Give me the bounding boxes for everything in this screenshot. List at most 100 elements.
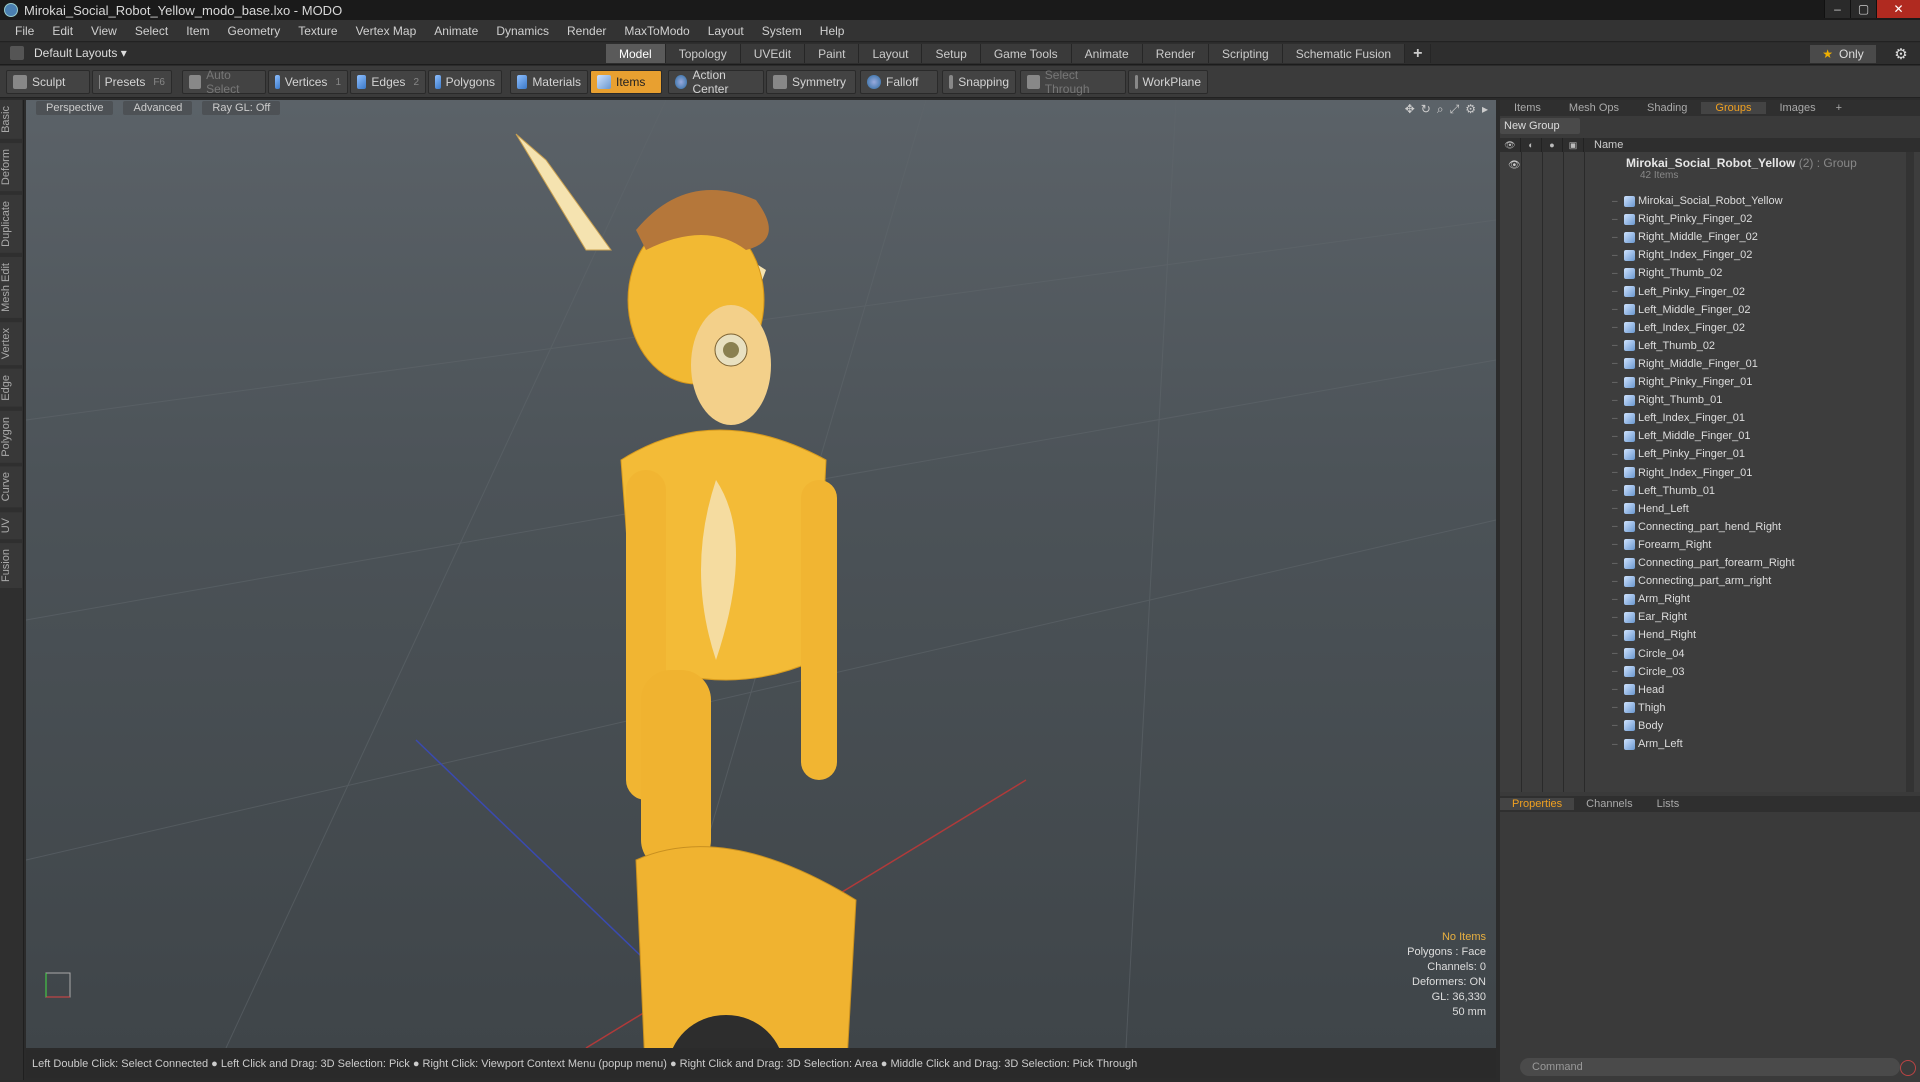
tab-topology[interactable]: Topology [665, 44, 741, 63]
gear-icon[interactable]: ⚙ [1892, 45, 1910, 63]
tab-layout[interactable]: Layout [859, 44, 923, 63]
group-item-row[interactable]: – Right_Pinky_Finger_02 [1500, 210, 1900, 228]
group-item-row[interactable]: – Hend_Left [1500, 500, 1900, 518]
advanced-button[interactable]: Advanced [123, 101, 193, 115]
group-item-row[interactable]: – Circle_04 [1500, 645, 1900, 663]
group-item-row[interactable]: – Right_Thumb_02 [1500, 264, 1900, 282]
minimize-button[interactable]: – [1824, 0, 1850, 18]
group-item-row[interactable]: – Right_Index_Finger_01 [1500, 464, 1900, 482]
tab-basic[interactable]: Basic [0, 100, 22, 139]
menu-maxtomodo[interactable]: MaxToModo [624, 24, 689, 38]
move-view-icon[interactable]: ✥ [1405, 102, 1415, 117]
tab-schematic-fusion[interactable]: Schematic Fusion [1282, 44, 1406, 63]
group-item-row[interactable]: – Right_Middle_Finger_01 [1500, 355, 1900, 373]
visibility-col-icon[interactable]: 👁 [1500, 138, 1521, 152]
maximize-button[interactable]: ▢ [1850, 0, 1876, 18]
eye-icon[interactable]: 👁 [1508, 160, 1521, 171]
tab-paint[interactable]: Paint [805, 44, 860, 63]
menu-render[interactable]: Render [567, 24, 606, 38]
tab-mesh-edit[interactable]: Mesh Edit [0, 256, 22, 318]
group-item-row[interactable]: – Left_Pinky_Finger_02 [1500, 283, 1900, 301]
tab-properties[interactable]: Properties [1500, 798, 1575, 810]
group-item-row[interactable]: – Mirokai_Social_Robot_Yellow [1500, 192, 1900, 210]
tab-curve[interactable]: Curve [0, 466, 22, 508]
tree-scrollbar[interactable] [1906, 152, 1914, 792]
tab-scripting[interactable]: Scripting [1209, 44, 1283, 63]
materials-button[interactable]: Materials [510, 70, 588, 94]
menu-texture[interactable]: Texture [298, 24, 337, 38]
render-col-icon[interactable]: ◐ [1521, 138, 1542, 152]
menu-help[interactable]: Help [820, 24, 845, 38]
tab-setup[interactable]: Setup [922, 44, 981, 63]
auto-select-button[interactable]: Auto Select [182, 68, 266, 96]
select-through-button[interactable]: Select Through [1020, 68, 1126, 96]
tab-deform[interactable]: Deform [0, 142, 22, 191]
menu-system[interactable]: System [762, 24, 802, 38]
items-button[interactable]: Items [590, 70, 662, 94]
fit-view-icon[interactable]: ⤢ [1450, 102, 1460, 117]
tab-shading[interactable]: Shading [1633, 102, 1701, 114]
expand-arrow-icon[interactable]: ▸ [1482, 102, 1488, 117]
command-input[interactable]: Command [1520, 1058, 1900, 1076]
tab-uvedit[interactable]: UVEdit [740, 44, 806, 63]
group-item-row[interactable]: – Connecting_part_hend_Right [1500, 518, 1900, 536]
group-item-row[interactable]: – Left_Index_Finger_01 [1500, 409, 1900, 427]
group-item-row[interactable]: – Right_Thumb_01 [1500, 391, 1900, 409]
lock-col-icon[interactable]: ● [1542, 138, 1563, 152]
group-item-row[interactable]: – Hend_Right [1500, 626, 1900, 644]
group-item-row[interactable]: – Left_Thumb_01 [1500, 482, 1900, 500]
group-row[interactable]: 👁 Mirokai_Social_Robot_Yellow (2) : Grou… [1500, 154, 1900, 184]
vertices-button[interactable]: Vertices 1 [268, 70, 348, 94]
menu-vertex-map[interactable]: Vertex Map [356, 24, 417, 38]
group-item-row[interactable]: – Left_Middle_Finger_02 [1500, 301, 1900, 319]
edges-button[interactable]: Edges 2 [350, 70, 426, 94]
command-run-icon[interactable] [1900, 1060, 1916, 1076]
group-item-row[interactable]: – Right_Pinky_Finger_01 [1500, 373, 1900, 391]
add-tab-icon[interactable]: + [1405, 44, 1432, 63]
group-item-row[interactable]: – Body [1500, 717, 1900, 735]
tab-vertex[interactable]: Vertex [0, 321, 22, 365]
tab-duplicate[interactable]: Duplicate [0, 194, 22, 253]
3d-viewport[interactable]: Perspective Advanced Ray GL: Off ✥ ↻ ⌕ ⤢… [26, 100, 1496, 1048]
group-item-row[interactable]: – Head [1500, 681, 1900, 699]
new-group-button[interactable]: New Group [1500, 118, 1580, 134]
group-item-row[interactable]: – Left_Middle_Finger_01 [1500, 427, 1900, 445]
menu-geometry[interactable]: Geometry [228, 24, 281, 38]
menu-layout[interactable]: Layout [708, 24, 744, 38]
tab-animate[interactable]: Animate [1071, 44, 1143, 63]
tab-images[interactable]: Images [1766, 102, 1830, 114]
group-item-row[interactable]: – Right_Index_Finger_02 [1500, 246, 1900, 264]
select-col-icon[interactable]: ▣ [1563, 138, 1584, 152]
polygons-button[interactable]: Polygons [428, 70, 502, 94]
add-panel-tab-icon[interactable]: + [1830, 102, 1848, 114]
tab-lists[interactable]: Lists [1645, 798, 1692, 810]
close-button[interactable]: ✕ [1876, 0, 1920, 18]
tab-model[interactable]: Model [606, 44, 666, 63]
default-layouts-dropdown[interactable]: Default Layouts ▾ [10, 46, 127, 60]
menu-select[interactable]: Select [135, 24, 168, 38]
ray-gl-button[interactable]: Ray GL: Off [202, 101, 281, 115]
rotate-view-icon[interactable]: ↻ [1421, 102, 1431, 117]
menu-item[interactable]: Item [186, 24, 209, 38]
only-button[interactable]: ★ Only [1810, 45, 1876, 63]
menu-edit[interactable]: Edit [52, 24, 73, 38]
menu-animate[interactable]: Animate [434, 24, 478, 38]
group-item-row[interactable]: – Left_Index_Finger_02 [1500, 319, 1900, 337]
tab-polygon[interactable]: Polygon [0, 410, 22, 463]
group-item-row[interactable]: – Left_Thumb_02 [1500, 337, 1900, 355]
group-item-row[interactable]: – Right_Middle_Finger_02 [1500, 228, 1900, 246]
tab-game-tools[interactable]: Game Tools [980, 44, 1072, 63]
group-item-row[interactable]: – Connecting_part_arm_right [1500, 572, 1900, 590]
tab-edge[interactable]: Edge [0, 368, 22, 407]
tab-uv[interactable]: UV [0, 511, 22, 540]
presets-button[interactable]: Presets F6 [92, 70, 172, 94]
group-item-row[interactable]: – Arm_Right [1500, 590, 1900, 608]
tab-channels[interactable]: Channels [1574, 798, 1644, 810]
menu-view[interactable]: View [91, 24, 117, 38]
group-item-row[interactable]: – Circle_03 [1500, 663, 1900, 681]
group-item-row[interactable]: – Forearm_Right [1500, 536, 1900, 554]
workplane-button[interactable]: WorkPlane [1128, 70, 1208, 94]
viewport-settings-icon[interactable]: ⚙ [1465, 102, 1476, 117]
group-item-row[interactable]: – Ear_Right [1500, 608, 1900, 626]
menu-file[interactable]: File [15, 24, 34, 38]
